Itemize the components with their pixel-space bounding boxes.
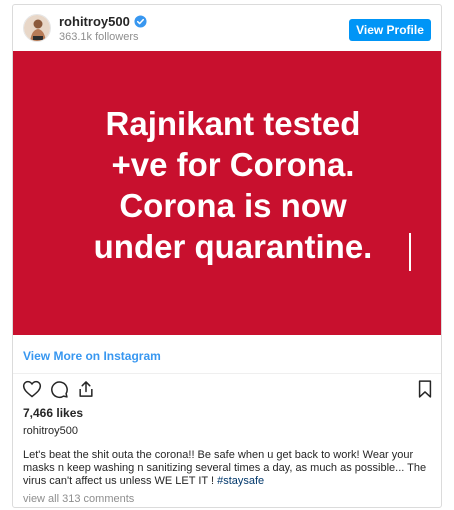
username-row: rohitroy500	[59, 14, 147, 29]
share-icon[interactable]	[76, 379, 96, 399]
text-cursor	[409, 233, 411, 271]
post-header: rohitroy500 363.1k followers View Profil…	[13, 5, 441, 51]
verified-badge-icon	[134, 15, 147, 28]
username[interactable]: rohitroy500	[59, 14, 130, 29]
comment-icon[interactable]	[49, 379, 69, 399]
view-more-link[interactable]: View More on Instagram	[23, 349, 161, 363]
view-profile-button[interactable]: View Profile	[349, 19, 431, 41]
post-image[interactable]: Rajnikant tested +ve for Corona. Corona …	[13, 51, 441, 335]
follower-count: 363.1k followers	[59, 31, 139, 43]
view-more-row: View More on Instagram	[13, 335, 441, 374]
action-bar	[13, 375, 441, 403]
instagram-embed-card: rohitroy500 363.1k followers View Profil…	[12, 4, 442, 508]
avatar[interactable]	[23, 14, 51, 42]
post-image-text: Rajnikant tested +ve for Corona. Corona …	[63, 103, 403, 267]
hashtag-link[interactable]: #staysafe	[217, 475, 264, 487]
post-image-text-line: Rajnikant tested	[105, 105, 361, 142]
like-count[interactable]: 7,466 likes	[23, 406, 83, 420]
post-image-text-line: +ve for Corona.	[111, 146, 355, 183]
avatar-image	[24, 15, 50, 41]
heart-icon[interactable]	[22, 379, 42, 399]
post-image-text-line: under quarantine.	[93, 228, 373, 265]
owner-username[interactable]: rohitroy500	[23, 425, 78, 437]
post-image-text-line: Corona is now	[119, 187, 347, 224]
view-comments-link[interactable]: view all 313 comments	[23, 493, 134, 505]
bookmark-icon[interactable]	[415, 379, 435, 399]
caption: Let's beat the shit outa the corona!! Be…	[23, 449, 433, 488]
